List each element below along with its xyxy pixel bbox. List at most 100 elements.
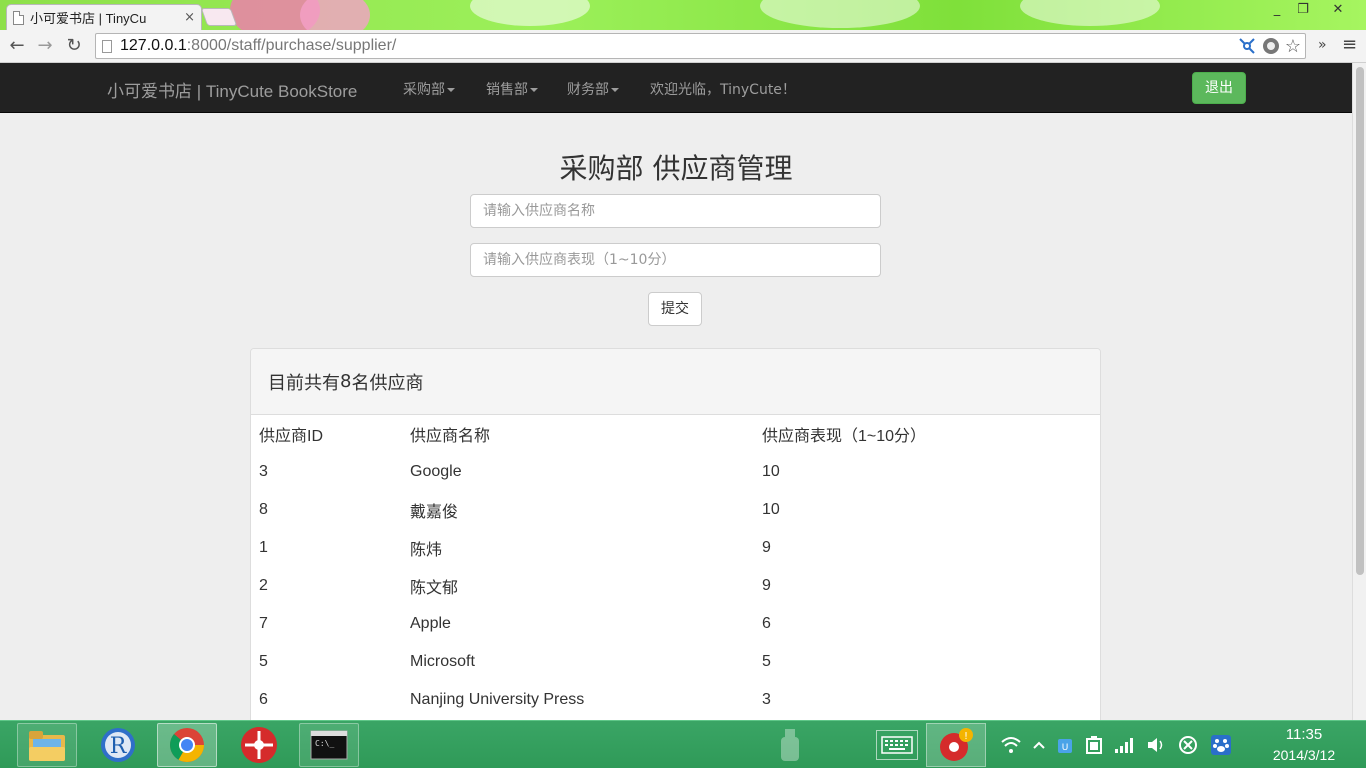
baidu-paw-icon[interactable] <box>1210 734 1232 756</box>
taskbar-ghost-item <box>760 723 820 767</box>
wallpaper-decoration <box>300 0 370 30</box>
forward-icon[interactable]: → <box>34 35 56 57</box>
supplier-score-cell: 9 <box>762 577 771 594</box>
restore-icon[interactable]: ❐ <box>1290 0 1316 20</box>
welcome-text: 欢迎光临，TinyCute！ <box>650 82 796 98</box>
window-close-icon[interactable]: ✕ <box>1316 0 1360 20</box>
caret-down-icon <box>611 88 619 92</box>
browser-tab-active[interactable]: 小可爱书店 | TinyCu × <box>6 4 202 30</box>
battery-icon[interactable] <box>1084 735 1104 755</box>
scrollbar-thumb[interactable] <box>1356 67 1364 575</box>
supplier-name-cell: Microsoft <box>410 653 475 670</box>
url-path: :8000/staff/purchase/supplier/ <box>186 37 397 54</box>
supplier-name-cell: Apple <box>410 615 451 632</box>
table-row: 1 陈炜 9 <box>251 529 1100 567</box>
supplier-score-input[interactable] <box>470 243 881 277</box>
back-icon[interactable]: ← <box>6 35 28 57</box>
extensions-overflow-icon[interactable]: » <box>1318 37 1327 53</box>
window-controls: _ ❐ ✕ <box>1264 0 1360 20</box>
browser-menu-icon[interactable]: ≡ <box>1342 34 1357 55</box>
supplier-panel: 目前共有 8 名供应商 供应商ID 供应商名称 供应商表现（1~10分） 3 Goo… <box>250 348 1101 720</box>
page-scrollbar[interactable] <box>1352 63 1366 720</box>
supplier-score-cell: 10 <box>762 463 780 480</box>
signal-bars-icon[interactable] <box>1114 736 1134 754</box>
submit-button[interactable]: 提交 <box>648 292 702 326</box>
supplier-name-cell: 陈文郁 <box>410 580 459 597</box>
extension-network-icon[interactable] <box>1237 36 1257 56</box>
column-header-id: 供应商ID <box>259 428 324 445</box>
nav-sales-dropdown[interactable]: 销售部 <box>486 79 538 99</box>
windows-taskbar: R C:\_ ! U 11:35 2014/3/12 <box>0 720 1366 768</box>
clock-date: 2014/3/12 <box>1272 747 1336 763</box>
supplier-id-cell: 2 <box>259 577 268 594</box>
supplier-score-cell: 6 <box>762 615 771 632</box>
warning-app-icon: ! <box>940 728 973 761</box>
r-language-icon: R <box>101 728 135 762</box>
reload-icon[interactable]: ↻ <box>63 35 85 57</box>
tab-title: 小可爱书店 | TinyCu <box>30 11 147 26</box>
browser-toolbar: ← → ↻ 127.0.0.1:8000/staff/purchase/supp… <box>0 30 1366 63</box>
page-viewport: 小可爱书店 | TinyCute BookStore 采购部 销售部 财务部 欢… <box>0 63 1352 720</box>
supplier-name-cell: 戴嘉俊 <box>410 504 459 521</box>
bookmark-star-icon[interactable]: ☆ <box>1285 36 1301 56</box>
logout-button[interactable]: 退出 <box>1192 72 1246 104</box>
taskbar-command-prompt[interactable]: C:\_ <box>299 723 359 767</box>
supplier-name-cell: Nanjing University Press <box>410 691 585 708</box>
taskbar-file-explorer[interactable] <box>17 723 77 767</box>
extension-circle-icon[interactable] <box>1261 36 1281 56</box>
panel-heading-prefix: 目前共有 <box>268 372 340 394</box>
browser-tab-strip: 小可爱书店 | TinyCu × _ ❐ ✕ <box>0 0 1366 30</box>
new-tab-button[interactable] <box>200 8 238 26</box>
tab-close-icon[interactable]: × <box>184 10 195 25</box>
supplier-score-cell: 10 <box>762 501 780 518</box>
system-tray: ! U <box>876 721 1232 768</box>
nav-purchase-dropdown[interactable]: 采购部 <box>403 79 455 99</box>
table-row: 8 戴嘉俊 10 <box>251 491 1100 529</box>
site-brand[interactable]: 小可爱书店 | TinyCute BookStore <box>107 77 357 102</box>
supplier-id-cell: 5 <box>259 653 268 670</box>
page-icon <box>13 10 24 25</box>
show-hidden-icons-icon[interactable] <box>1032 740 1046 750</box>
supplier-count: 8 <box>340 371 352 392</box>
supplier-score-cell: 9 <box>762 539 771 556</box>
table-row: 5 Microsoft 5 <box>251 643 1100 681</box>
supplier-name-cell: Google <box>410 463 462 480</box>
page-icon <box>102 39 112 53</box>
touch-keyboard-icon[interactable] <box>876 730 918 760</box>
table-row: 6 Nanjing University Press 3 <box>251 681 1100 719</box>
wallpaper-decoration <box>470 0 590 26</box>
address-bar[interactable]: 127.0.0.1:8000/staff/purchase/supplier/ … <box>95 33 1306 59</box>
taskbar-r-app[interactable]: R <box>88 723 148 767</box>
caret-down-icon <box>530 88 538 92</box>
action-center-icon[interactable] <box>1178 735 1198 755</box>
svg-text:C:\_: C:\_ <box>315 739 334 748</box>
nav-finance-dropdown[interactable]: 财务部 <box>567 79 619 99</box>
panel-heading-suffix: 名供应商 <box>351 372 424 394</box>
chrome-icon <box>169 728 204 762</box>
table-row: 3 Google 10 <box>251 453 1100 491</box>
url-host: 127.0.0.1 <box>120 37 187 54</box>
taskbar-app-red[interactable] <box>229 723 289 767</box>
supplier-score-cell: 3 <box>762 691 771 708</box>
svg-text:!: ! <box>964 731 968 742</box>
system-clock[interactable]: 11:35 2014/3/12 <box>1264 725 1344 765</box>
wifi-icon[interactable] <box>1000 736 1022 754</box>
volume-icon[interactable] <box>1146 736 1166 754</box>
nav-sales-label: 销售部 <box>486 82 528 98</box>
panel-heading: 目前共有 8 名供应商 <box>251 349 1100 415</box>
usb-device-icon[interactable]: U <box>1056 735 1074 755</box>
network-tool-icon <box>241 727 277 763</box>
supplier-id-cell: 8 <box>259 501 268 518</box>
caret-down-icon <box>447 88 455 92</box>
taskbar-chrome[interactable] <box>157 723 217 767</box>
table-row: 7 Apple 6 <box>251 605 1100 643</box>
usb-icon <box>781 729 799 761</box>
minimize-icon[interactable]: _ <box>1264 0 1290 20</box>
supplier-name-input[interactable] <box>470 194 881 228</box>
wallpaper-decoration <box>1020 0 1160 26</box>
taskbar-notification-app[interactable]: ! <box>926 723 986 767</box>
table-row: 2 陈文郁 9 <box>251 567 1100 605</box>
supplier-score-cell: 5 <box>762 653 771 670</box>
nav-purchase-label: 采购部 <box>403 82 445 98</box>
supplier-name-cell: 陈炜 <box>410 542 443 559</box>
